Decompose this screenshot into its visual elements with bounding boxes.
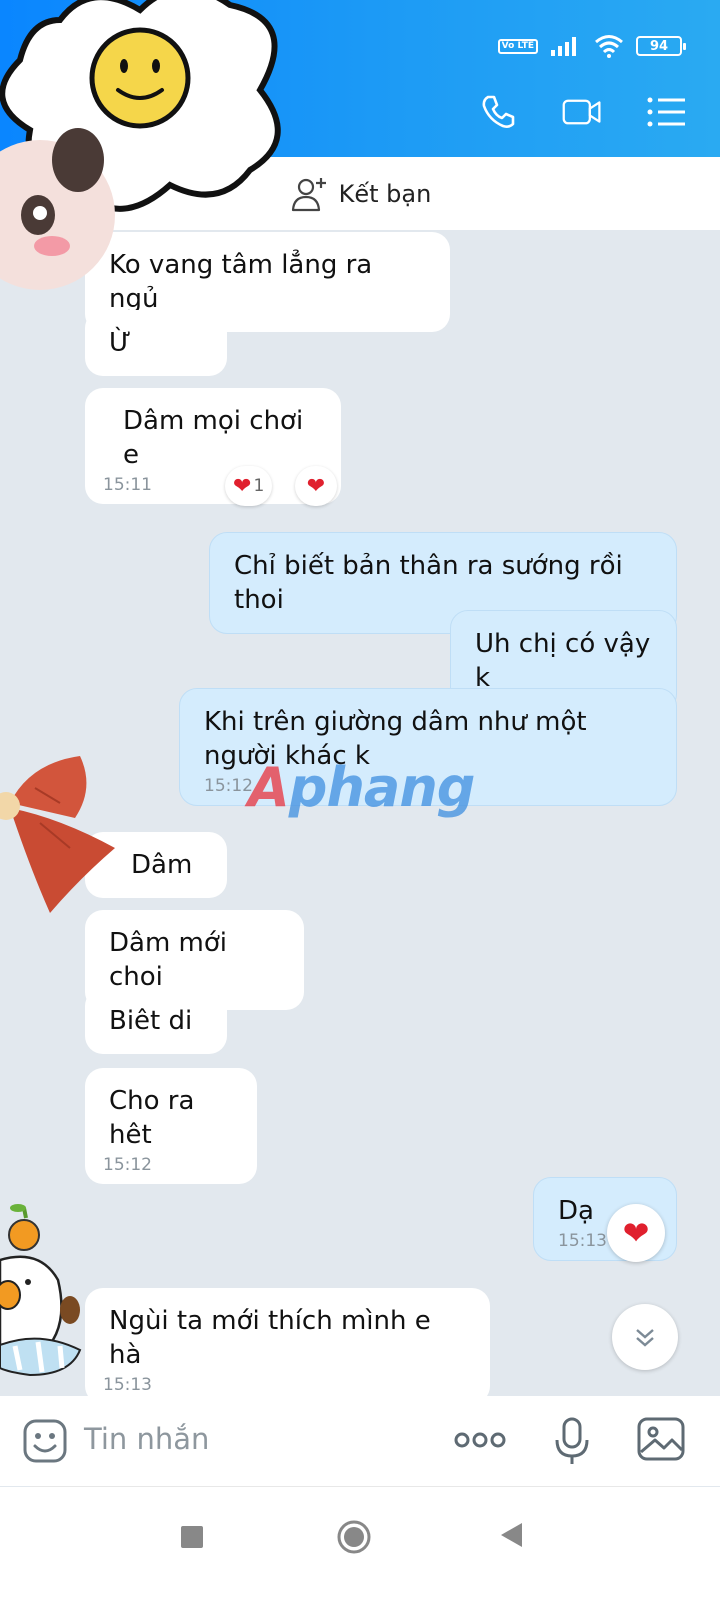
status-bar: Vo LTE 94: [497, 34, 686, 58]
heart-icon: ❤: [233, 473, 252, 499]
message-bubble[interactable]: Ừ: [85, 310, 227, 376]
heart-reaction[interactable]: ❤: [607, 1204, 665, 1262]
message-time: 15:13: [103, 1375, 152, 1395]
react-button[interactable]: ❤: [295, 466, 337, 506]
message-text: Dâm mới choi: [109, 928, 228, 992]
home-icon[interactable]: [336, 1519, 372, 1555]
image-gallery-icon[interactable]: [636, 1416, 686, 1462]
reaction-count: 1: [253, 476, 265, 496]
message-text: Cho ra hêt: [109, 1086, 195, 1150]
menu-list-icon[interactable]: [646, 92, 686, 132]
emoji-icon[interactable]: [22, 1418, 68, 1464]
message-bubble[interactable]: Cho ra hêt 15:12: [85, 1068, 257, 1184]
wifi-icon: [595, 35, 623, 58]
message-list[interactable]: Ko vang tâm lẳng ra ngủ Ừ Dâm mọi chơi e…: [0, 230, 720, 1426]
reaction-summary[interactable]: ❤ 1: [225, 466, 273, 506]
video-call-icon[interactable]: [562, 92, 602, 132]
double-chevron-down-icon: [636, 1329, 654, 1347]
message-text: Ừ: [109, 328, 132, 358]
scroll-to-bottom-button[interactable]: [612, 1304, 678, 1370]
system-navigation-bar: [0, 1487, 720, 1600]
message-text: Uh chị có vậy k: [475, 629, 651, 693]
duck-sticker: [0, 1204, 82, 1377]
message-text: Ngùi ta mới thích mình e hà: [109, 1306, 431, 1370]
message-text: Dâm mọi chơi e: [123, 406, 304, 470]
volte-badge: Vo LTE: [497, 38, 538, 54]
message-bubble[interactable]: Ngùi ta mới thích mình e hà 15:13: [85, 1288, 490, 1404]
add-friend-label: Kết bạn: [338, 179, 432, 208]
phone-icon[interactable]: [478, 92, 518, 132]
bow-sticker: [0, 756, 115, 913]
message-text: Dâm: [131, 850, 193, 880]
message-composer: Tin nhắn: [0, 1396, 720, 1486]
message-text: Biêt di: [109, 1006, 193, 1036]
recents-icon[interactable]: [180, 1525, 204, 1549]
more-options-icon[interactable]: [452, 1424, 508, 1456]
message-time: 15:11: [103, 475, 152, 495]
message-input[interactable]: Tin nhắn: [84, 1422, 209, 1456]
microphone-icon[interactable]: [552, 1416, 592, 1466]
battery-indicator: 94: [636, 36, 686, 56]
heart-icon: ❤: [306, 473, 326, 499]
heart-icon: ❤: [622, 1214, 650, 1252]
message-text: Chỉ biết bản thân ra sướng rồi thoi: [234, 551, 623, 615]
signal-icon: [551, 37, 576, 56]
watermark: Aphang: [248, 756, 475, 819]
message-bubble[interactable]: Biêt di: [85, 988, 227, 1054]
flower-sticker: [0, 0, 281, 290]
back-icon[interactable]: [498, 1521, 524, 1549]
add-friend-icon: [291, 177, 326, 211]
message-time: 15:12: [103, 1155, 152, 1175]
message-text: Dạ: [558, 1196, 594, 1226]
